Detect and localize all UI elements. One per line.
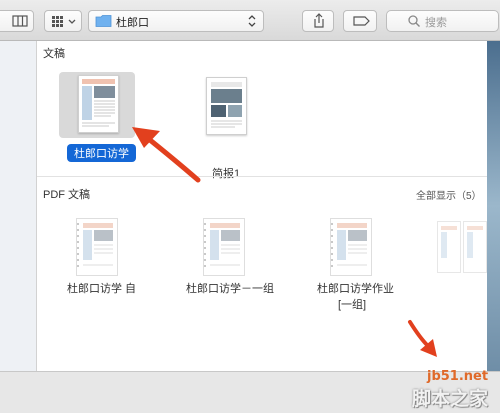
pdf-thumbnail: [437, 221, 461, 273]
location-label: 杜郎口: [116, 17, 149, 29]
document-item[interactable]: 简报1: [187, 68, 263, 180]
pdf-thumbnail: [463, 221, 487, 273]
desktop-background: [487, 41, 500, 371]
grid-icon: [52, 16, 76, 27]
folder-icon: [95, 15, 112, 27]
search-placeholder: 搜索: [425, 17, 447, 29]
show-all-link[interactable]: 全部显示（5）: [416, 187, 482, 202]
pdf-item[interactable]: 杜郎口访学－一组: [182, 213, 292, 323]
document-thumbnail: [206, 77, 247, 135]
pdf-thumbnail: [330, 218, 372, 276]
pdf-item[interactable]: 杜郎口访学作业 [一组]: [309, 213, 419, 343]
pdf-thumbnail: [203, 218, 245, 276]
tag-icon: [353, 16, 370, 26]
pdf-section-title: PDF 文稿: [43, 189, 91, 201]
watermark-name: 脚本之家: [412, 388, 489, 410]
document-thumbnail: [78, 75, 119, 133]
updown-chevron-icon: [248, 15, 256, 27]
pdf-label: 杜郎口访学 自: [67, 283, 137, 295]
section-divider: [37, 176, 487, 177]
location-popup[interactable]: 杜郎口: [88, 10, 264, 32]
share-button[interactable]: [302, 10, 334, 32]
watermark-domain: jb51.net: [427, 369, 489, 384]
pdf-item[interactable]: [429, 213, 487, 323]
toolbar: 杜郎口 搜索: [0, 0, 500, 41]
file-browser: 文稿 杜郎口访学 简报1 PDF 文稿 全部显示（5） 杜郎口访学 自 杜郎口访…: [37, 41, 487, 371]
search-field[interactable]: 搜索: [386, 10, 499, 32]
sidebar-edge: [0, 41, 37, 371]
columns-view-button[interactable]: [0, 10, 34, 32]
search-icon: [408, 15, 420, 27]
pdf-item[interactable]: 杜郎口访学 自: [59, 213, 169, 323]
site-watermark: jb51.net 脚本之家: [355, 366, 500, 412]
pdf-label: 杜郎口访学作业: [317, 283, 394, 295]
document-label: 杜郎口访学: [67, 144, 136, 162]
view-options-button[interactable]: [44, 10, 82, 32]
recent-section-title: 文稿: [43, 48, 65, 60]
columns-view-icon: [12, 15, 28, 27]
tags-button[interactable]: [343, 10, 377, 32]
pdf-label: 杜郎口访学－一组: [186, 283, 274, 295]
share-icon: [314, 13, 324, 28]
pdf-thumbnail: [76, 218, 118, 276]
document-item[interactable]: 杜郎口访学: [59, 68, 169, 162]
document-label: 简报1: [212, 168, 241, 180]
pdf-label-line2: [一组]: [338, 299, 367, 311]
